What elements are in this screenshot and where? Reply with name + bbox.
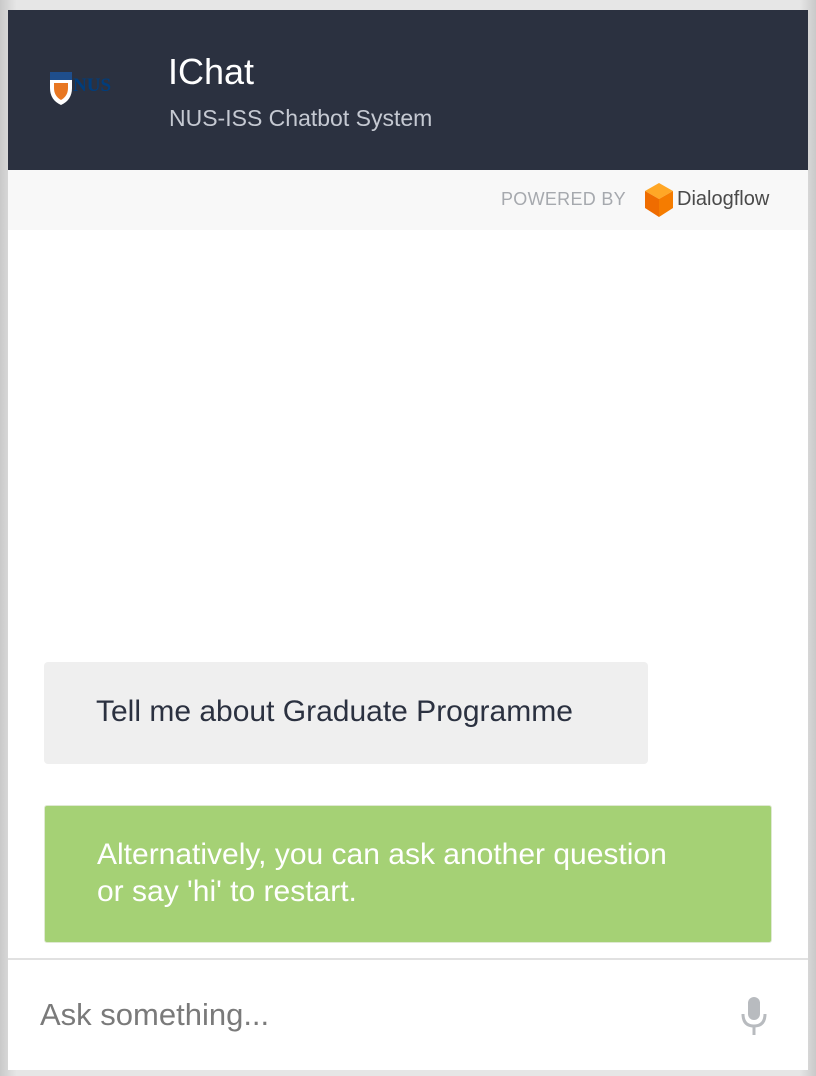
message-text-line: or say 'hi' to restart. [97,875,357,908]
powered-by-bar: POWERED BY Dialogflow [8,170,808,230]
chat-window: NUS IChat NUS-ISS Chatbot System POWERED… [8,10,808,1070]
chat-history[interactable]: Tell me about Graduate Programme Alterna… [8,230,808,958]
svg-text:NUS: NUS [73,75,111,96]
nus-logo-icon: NUS [50,72,111,105]
powered-by-label: POWERED BY [500,189,626,209]
app-title: IChat [168,51,255,92]
app-subtitle: NUS-ISS Chatbot System [169,105,433,131]
dialogflow-icon [645,183,673,217]
message-input[interactable] [40,990,700,1040]
message-text: Tell me about Graduate Programme [96,695,573,728]
microphone-icon[interactable] [740,996,768,1036]
bot-message: Alternatively, you can ask another quest… [44,805,772,943]
input-bar [8,958,808,1070]
dialogflow-brand[interactable]: Dialogflow [677,186,769,212]
message-text-line: Alternatively, you can ask another quest… [97,838,667,871]
user-message: Tell me about Graduate Programme [44,662,648,764]
chat-header: NUS IChat NUS-ISS Chatbot System [8,10,808,170]
